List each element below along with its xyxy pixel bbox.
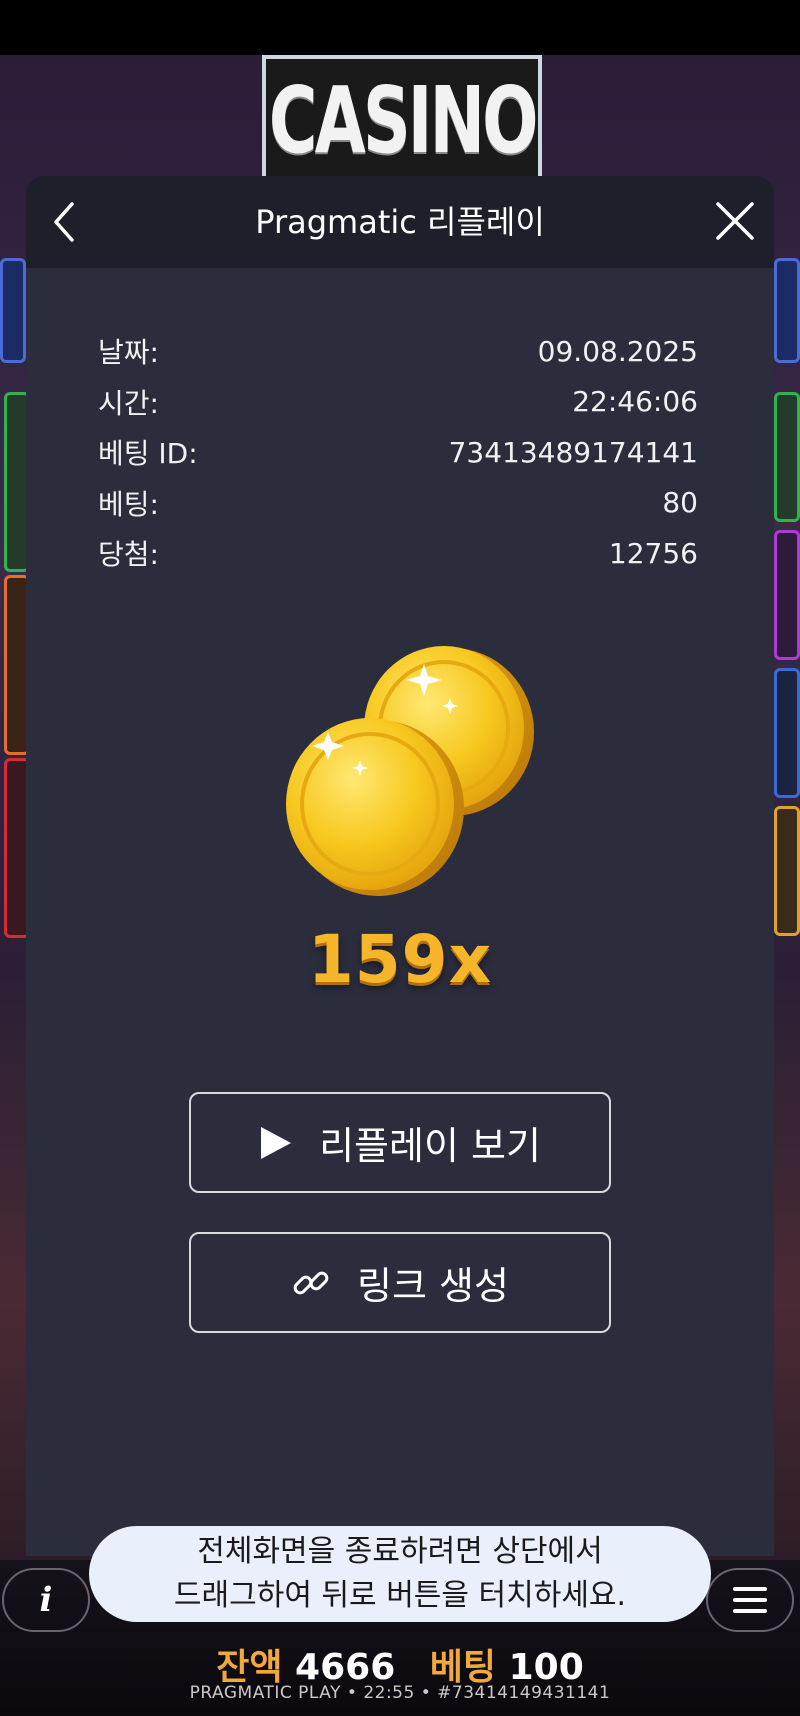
hamburger-menu-icon [733, 1587, 767, 1613]
replay-modal: Pragmatic 리플레이 날짜: 09.08.2025 시간: 22:46:… [26, 176, 774, 1556]
balance-label: 잔액 [216, 1647, 283, 1688]
screen: CASINO i 잔액 4666 베팅 100 PRAGMATIC PLAY •… [0, 0, 800, 1716]
bet-label: 베팅 [429, 1647, 497, 1688]
close-icon [716, 202, 754, 240]
watch-replay-button[interactable]: 리플레이 보기 [189, 1092, 611, 1193]
reel-edge-right [774, 392, 800, 522]
win-multiplier: 159x [307, 921, 493, 998]
detail-label: 베팅 ID: [98, 437, 198, 471]
toast-line-1: 전체화면을 종료하려면 상단에서 [197, 1534, 603, 1569]
detail-value: 80 [662, 486, 698, 520]
bet-value: 100 [508, 1647, 584, 1688]
balance-value: 4666 [295, 1647, 396, 1688]
close-button[interactable] [710, 196, 760, 246]
detail-label: 시간: [98, 386, 159, 420]
casino-sign-text: CASINO [268, 66, 539, 174]
chevron-left-icon [54, 202, 74, 242]
info-icon: i [39, 1580, 53, 1620]
detail-row-date: 날짜: 09.08.2025 [98, 326, 698, 377]
menu-button[interactable] [706, 1568, 794, 1632]
toast-line-2: 드래그하여 뒤로 버튼을 터치하세요. [173, 1578, 627, 1613]
bet-details: 날짜: 09.08.2025 시간: 22:46:06 베팅 ID: 73413… [98, 326, 698, 579]
link-icon [291, 1263, 331, 1303]
reel-edge-right [774, 258, 800, 363]
detail-value: 12756 [608, 536, 698, 570]
info-button[interactable]: i [2, 1568, 90, 1632]
fullscreen-exit-toast: 전체화면을 종료하려면 상단에서 드래그하여 뒤로 버튼을 터치하세요. [89, 1526, 711, 1622]
detail-label: 당첨: [98, 538, 159, 572]
reel-edge-left [0, 258, 26, 363]
detail-label: 베팅: [98, 487, 159, 521]
detail-label: 날짜: [98, 336, 159, 370]
modal-title: Pragmatic 리플레이 [255, 203, 545, 241]
detail-value: 09.08.2025 [537, 334, 698, 368]
create-link-button[interactable]: 링크 생성 [189, 1232, 611, 1333]
detail-row-time: 시간: 22:46:06 [98, 377, 698, 428]
modal-header: Pragmatic 리플레이 [26, 176, 774, 268]
reel-edge-right [774, 806, 800, 936]
gold-coins-icon [286, 646, 534, 896]
back-button[interactable] [40, 198, 88, 246]
create-link-label: 링크 생성 [357, 1264, 509, 1308]
detail-value: 22:46:06 [572, 385, 698, 419]
game-footer: PRAGMATIC PLAY • 22:55 • #73414149431141 [189, 1683, 611, 1703]
watch-replay-label: 리플레이 보기 [319, 1124, 541, 1168]
detail-row-bet: 베팅: 80 [98, 478, 698, 529]
detail-row-bet-id: 베팅 ID: 73413489174141 [98, 427, 698, 478]
detail-value: 73413489174141 [448, 435, 698, 469]
detail-row-win: 당첨: 12756 [98, 528, 698, 579]
reel-edge-right [774, 668, 800, 798]
reel-edge-right [774, 530, 800, 660]
casino-sign: CASINO [262, 55, 542, 185]
play-icon [259, 1125, 293, 1161]
